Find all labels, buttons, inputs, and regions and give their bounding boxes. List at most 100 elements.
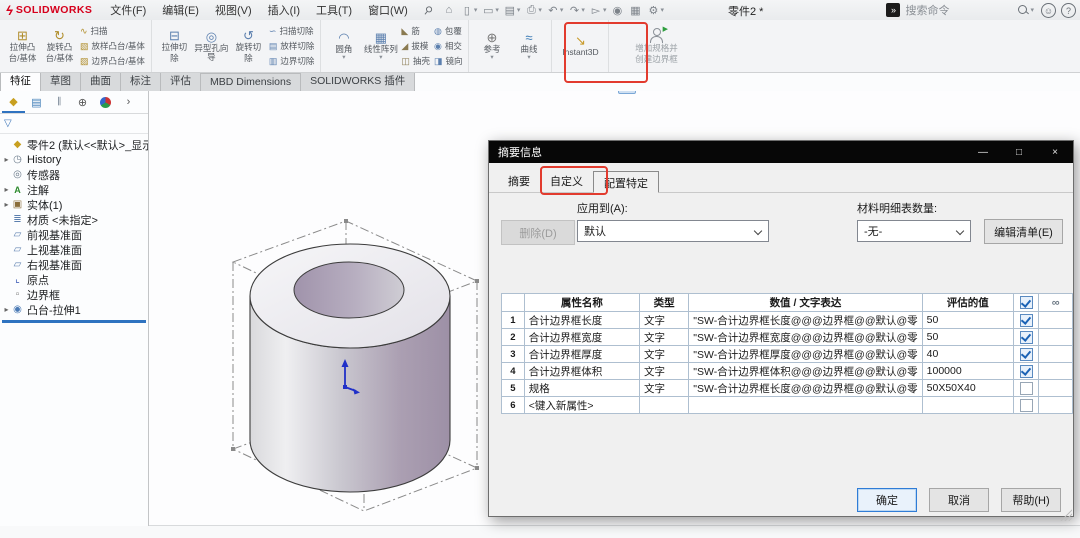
minimize-button[interactable]: — — [965, 141, 1001, 163]
revolved-cut-button[interactable]: ↺旋转切除 — [230, 29, 267, 63]
tree-item-实体(1)[interactable]: ▸▣实体(1) — [2, 197, 148, 212]
tab-草图[interactable]: 草图 — [40, 70, 81, 91]
boundary-boss-base-button[interactable]: ▨边界凸台/基体 — [80, 55, 145, 68]
draft-button[interactable]: ◢拔模 — [401, 40, 430, 53]
linear-pattern-button[interactable]: ▦线性阵列▾ — [362, 31, 399, 62]
menu-item-2[interactable]: 视图(V) — [207, 2, 260, 18]
checkbox-icon[interactable] — [1020, 348, 1033, 361]
cell-expression[interactable] — [689, 397, 922, 414]
tree-item-History[interactable]: ▸◷History — [2, 152, 148, 167]
lofted-cut-button[interactable]: ▤放样切除 — [269, 40, 315, 53]
expander-icon[interactable]: ▸ — [2, 200, 11, 209]
search-icon[interactable] — [1018, 5, 1027, 14]
cell-type[interactable]: 文字 — [640, 380, 689, 397]
bom-quantity-combobox[interactable]: -无- — [857, 220, 971, 242]
tab-评估[interactable]: 评估 — [160, 70, 201, 91]
cell-expression[interactable]: "SW-合计边界框体积@@@边界框@@默认@零 — [689, 363, 922, 380]
mirror-button[interactable]: ◨镜向 — [434, 55, 463, 68]
tab-标注[interactable]: 标注 — [120, 70, 161, 91]
menu-item-0[interactable]: 文件(F) — [102, 2, 154, 18]
cell-checkbox[interactable] — [1013, 312, 1038, 329]
filter-funnel-icon[interactable]: ▽ — [4, 118, 12, 129]
add-spec-create-bounding-box-button[interactable]: ▶ 增加规格并 创建边界框 — [619, 20, 693, 72]
shell-button[interactable]: ◫抽壳 — [401, 55, 430, 68]
search-dropdown-caret-icon[interactable]: ▾ — [1030, 6, 1034, 14]
checkbox-icon[interactable] — [1020, 382, 1033, 395]
tab-特征[interactable]: 特征 — [0, 70, 41, 91]
swept-cut-button[interactable]: ∽扫描切除 — [269, 25, 315, 38]
ok-button[interactable]: 确定 — [857, 488, 917, 512]
cell-type[interactable]: 文字 — [640, 312, 689, 329]
checkbox-icon[interactable] — [1020, 365, 1033, 378]
dialog-tab-自定义[interactable]: 自定义 — [540, 170, 593, 192]
maximize-button[interactable]: □ — [1001, 141, 1037, 163]
cell-checkbox[interactable] — [1013, 363, 1038, 380]
hole-wizard-button[interactable]: ◎异型孔向导 — [193, 30, 230, 63]
cell-evaluated-value[interactable]: 100000 — [922, 363, 1013, 380]
panel-tab-propertymanager[interactable]: ▤ — [25, 92, 48, 112]
tree-item-凸台-拉伸1[interactable]: ▸◉凸台-拉伸1 — [2, 302, 148, 317]
cell-expression[interactable]: "SW-合计边界框长度@@@边界框@@默认@零 — [689, 312, 922, 329]
cell-checkbox[interactable] — [1013, 329, 1038, 346]
tab-MBD Dimensions[interactable]: MBD Dimensions — [200, 73, 301, 91]
edit-list-button[interactable]: 编辑清单(E) — [984, 219, 1063, 244]
curves-button[interactable]: ≈曲线▾ — [510, 31, 547, 62]
cell-link[interactable] — [1039, 346, 1073, 363]
tab-曲面[interactable]: 曲面 — [80, 70, 121, 91]
tree-root[interactable]: ◆零件2 (默认<<默认>_显示状 — [2, 137, 148, 152]
menu-item-3[interactable]: 插入(I) — [260, 2, 308, 18]
cell-property-name[interactable]: 合计边界框宽度 — [524, 329, 639, 346]
menu-item-1[interactable]: 编辑(E) — [154, 2, 207, 18]
checkbox-icon[interactable] — [1020, 399, 1033, 412]
cell-type[interactable]: 文字 — [640, 346, 689, 363]
tree-item-材质 <未指定>[interactable]: ≣材质 <未指定> — [2, 212, 148, 227]
delete-button[interactable]: 删除(D) — [501, 220, 575, 245]
file-properties-icon[interactable]: ▦ — [626, 4, 644, 17]
new-document-dropdown-caret-icon[interactable]: ▾ — [474, 6, 478, 14]
instant3d-button[interactable]: ↘Instant3D — [556, 34, 604, 58]
cell-property-name[interactable]: 规格 — [524, 380, 639, 397]
select-dropdown-caret-icon[interactable]: ▾ — [603, 6, 607, 14]
panel-tab-expand[interactable]: › — [117, 92, 140, 112]
tree-item-原点[interactable]: ⌞原点 — [2, 272, 148, 287]
rib-button[interactable]: ◣筋 — [401, 25, 430, 38]
checkbox-icon[interactable] — [1020, 314, 1033, 327]
cell-link[interactable] — [1039, 380, 1073, 397]
help-button[interactable]: 帮助(H) — [1001, 488, 1061, 512]
cell-type[interactable]: 文字 — [640, 329, 689, 346]
undo-dropdown-caret-icon[interactable]: ▾ — [560, 6, 564, 14]
resize-grip[interactable] — [1059, 508, 1072, 521]
menu-item-4[interactable]: 工具(T) — [308, 2, 360, 18]
tree-item-注解[interactable]: ▸A注解 — [2, 182, 148, 197]
menu-item-5[interactable]: 窗口(W) — [360, 2, 416, 18]
extruded-cut-button[interactable]: ⊟拉伸切除 — [156, 29, 193, 63]
checkbox-icon[interactable] — [1020, 331, 1033, 344]
reference-geometry-button[interactable]: ⊕参考▾ — [473, 31, 510, 62]
dialog-title-bar[interactable]: 摘要信息 —□× — [489, 141, 1073, 163]
tab-SOLIDWORKS 插件[interactable]: SOLIDWORKS 插件 — [300, 70, 415, 91]
cell-link[interactable] — [1039, 363, 1073, 380]
save-dropdown-caret-icon[interactable]: ▾ — [517, 6, 521, 14]
boundary-cut-button[interactable]: ▥边界切除 — [269, 55, 315, 68]
wrap-button[interactable]: ◍包覆 — [434, 25, 463, 38]
cell-type[interactable]: 文字 — [640, 363, 689, 380]
panel-tab-featuremanager-design-tree[interactable]: ◆ — [2, 91, 25, 113]
cell-property-name[interactable]: 合计边界框长度 — [524, 312, 639, 329]
close-button[interactable]: × — [1037, 141, 1073, 163]
intersect-button[interactable]: ◉相交 — [434, 40, 463, 53]
panel-tab-configurationmanager[interactable]: 𝄃 — [48, 92, 71, 112]
cell-evaluated-value[interactable]: 50X50X40 — [922, 380, 1013, 397]
cell-evaluated-value[interactable]: 40 — [922, 346, 1013, 363]
cell-property-name[interactable]: <键入新属性> — [524, 397, 639, 414]
cell-checkbox[interactable] — [1013, 346, 1038, 363]
tree-item-传感器[interactable]: ◎传感器 — [2, 167, 148, 182]
cell-link[interactable] — [1039, 397, 1073, 414]
home-icon[interactable]: ⌂ — [440, 4, 458, 16]
cell-evaluated-value[interactable] — [922, 397, 1013, 414]
cell-type[interactable] — [640, 397, 689, 414]
tree-item-前视基准面[interactable]: ▱前视基准面 — [2, 227, 148, 242]
panel-tab-dimxpertmanager[interactable]: ⊕ — [71, 92, 94, 112]
expander-icon[interactable]: ▸ — [2, 305, 11, 314]
expander-icon[interactable]: ▸ — [2, 155, 11, 164]
options-dropdown-caret-icon[interactable]: ▾ — [660, 6, 664, 14]
